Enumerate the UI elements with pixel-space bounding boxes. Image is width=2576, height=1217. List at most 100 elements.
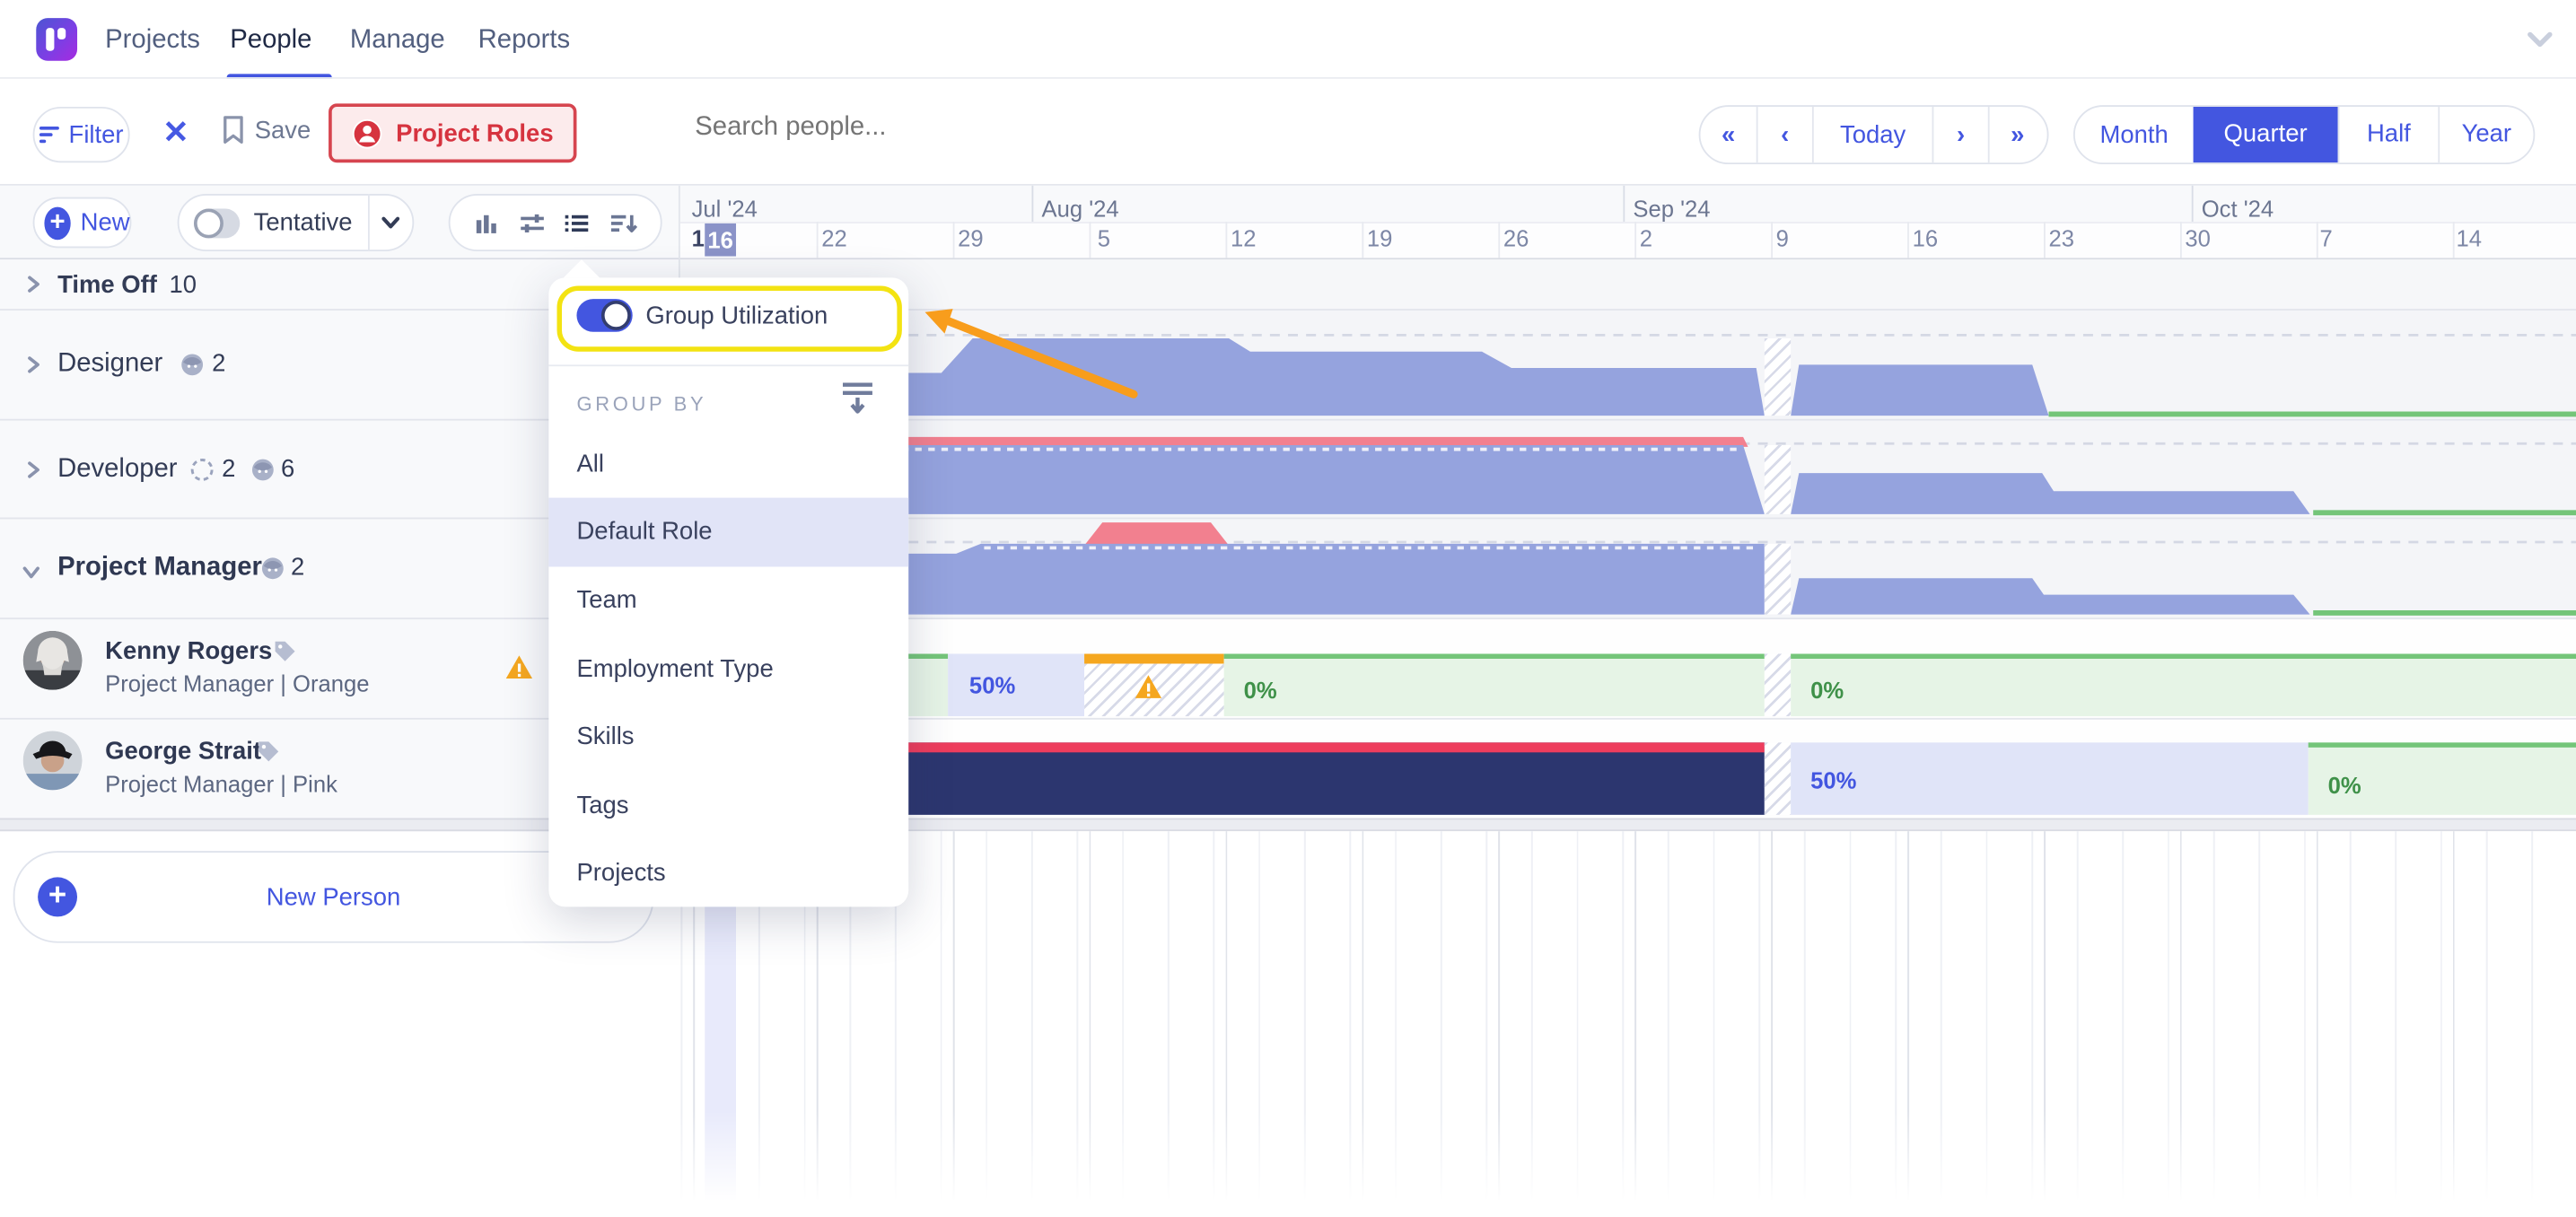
group-by-option-projects[interactable]: Projects — [548, 839, 908, 908]
nav-item-people[interactable]: People — [230, 26, 311, 56]
group-by-option-skills[interactable]: Skills — [548, 703, 908, 772]
logo-glyph-dot — [57, 28, 66, 39]
today-date-chip: 16 — [705, 223, 736, 257]
date-nav-group: « ‹ Today › » — [1699, 105, 2049, 164]
jump-back-button[interactable]: « — [1700, 121, 1756, 149]
sort-icon[interactable] — [609, 209, 637, 235]
new-button-label: New — [81, 208, 130, 236]
tentative-control: Tentative — [178, 194, 415, 251]
jump-forward-button[interactable]: » — [1990, 121, 2046, 149]
person-count-icon — [261, 557, 285, 581]
person-role: Project Manager | Orange — [105, 670, 369, 696]
tag-icon — [273, 639, 297, 663]
chevron-right-icon[interactable] — [24, 275, 40, 294]
utilization-label: 50% — [1810, 767, 1856, 793]
group-utilization-label: Group Utilization — [645, 302, 828, 330]
save-view-button[interactable]: Save — [222, 115, 311, 144]
dropdown-caret — [564, 259, 600, 277]
availability-block-green[interactable]: 0% — [2309, 742, 2576, 815]
plus-circle-icon: + — [38, 877, 77, 916]
tentative-toggle[interactable] — [194, 208, 241, 238]
group-by-option-employment-type[interactable]: Employment Type — [548, 635, 908, 705]
save-button-label: Save — [255, 116, 311, 144]
tentative-toggle-knob — [194, 208, 223, 238]
group-by-option-default-role[interactable]: Default Role — [548, 498, 908, 567]
bar-chart-icon[interactable] — [473, 209, 499, 235]
group-people-count: 6 — [281, 455, 294, 483]
chevron-right-icon[interactable] — [24, 355, 40, 374]
timeline-month-jul: Jul '24 — [692, 196, 758, 222]
plus-circle-icon: + — [44, 206, 70, 240]
group-by-option-all[interactable]: All — [548, 431, 908, 500]
group-by-option-team[interactable]: Team — [548, 566, 908, 635]
chart-options-group — [449, 194, 662, 251]
designer-band-gap — [1765, 338, 1791, 416]
person-circle-icon — [352, 118, 383, 149]
tune-filters-icon[interactable] — [519, 209, 545, 235]
availability-block-green[interactable]: 0% — [1224, 653, 1765, 716]
chevron-down-icon[interactable] — [22, 564, 41, 580]
view-month-button[interactable]: Month — [2075, 121, 2194, 149]
step-back-button[interactable]: ‹ — [1758, 121, 1812, 149]
group-label: Developer — [57, 455, 178, 485]
availability-block-green[interactable]: 0% — [1791, 653, 2576, 716]
clear-filter-icon[interactable]: ✕ — [162, 115, 188, 153]
person-name: George Strait — [105, 738, 261, 766]
step-forward-button[interactable]: › — [1933, 121, 1987, 149]
warning-triangle-icon — [1134, 673, 1163, 699]
timeoff-conflict-block[interactable] — [1084, 653, 1224, 716]
nav-item-reports[interactable]: Reports — [478, 26, 571, 56]
person-warning-icon[interactable] — [504, 653, 534, 679]
app-logo[interactable] — [36, 18, 77, 61]
bookmark-icon — [222, 115, 245, 144]
today-button[interactable]: Today — [1814, 121, 1932, 149]
new-button[interactable]: + New — [33, 197, 132, 249]
logo-glyph — [46, 28, 54, 51]
utilization-label: 0% — [1810, 677, 1844, 703]
group-people-count: 2 — [291, 554, 304, 582]
horizontal-scrollbar[interactable] — [0, 819, 2576, 832]
project-roles-label: Project Roles — [396, 119, 553, 147]
collapse-groups-icon[interactable] — [841, 380, 874, 416]
person-count-icon — [180, 354, 204, 377]
person-name: Kenny Rogers — [105, 637, 272, 665]
nav-overflow-chevron-icon[interactable] — [2525, 28, 2554, 51]
group-list-icon[interactable] — [565, 209, 591, 235]
availability-block-partial[interactable]: 50% — [948, 653, 1084, 716]
utilization-label: 0% — [2328, 772, 2361, 798]
group-by-section-label: GROUP BY — [576, 392, 706, 416]
tentative-chevron-down-icon[interactable] — [371, 213, 413, 232]
toggle-knob — [601, 301, 631, 330]
timeline-month-sep: Sep '24 — [1633, 196, 1710, 222]
availability-block-partial[interactable]: 50% — [1791, 742, 2309, 815]
filter-icon — [39, 123, 59, 146]
filter-button[interactable]: Filter — [33, 107, 130, 162]
chevron-right-icon[interactable] — [24, 460, 40, 480]
view-quarter-button[interactable]: Quarter — [2194, 107, 2338, 162]
project-manager-utilization-band[interactable] — [692, 519, 2576, 617]
project-manager-band-gap — [1765, 544, 1791, 615]
nav-item-manage[interactable]: Manage — [350, 26, 445, 56]
group-label: Project Manager — [57, 554, 262, 583]
developer-utilization-band[interactable] — [692, 421, 2576, 518]
developer-band-gap — [1765, 445, 1791, 514]
nav-item-projects[interactable]: Projects — [105, 26, 200, 56]
person-count-icon — [251, 459, 275, 482]
utilization-label: 0% — [1244, 677, 1277, 703]
george-row-gap — [1765, 742, 1791, 815]
view-half-button[interactable]: Half — [2338, 107, 2439, 162]
designer-utilization-band[interactable] — [692, 312, 2576, 419]
group-label: Time Off — [57, 271, 157, 299]
top-nav: Projects People Manage Reports — [0, 0, 2576, 79]
group-by-option-tags[interactable]: Tags — [548, 772, 908, 841]
group-placeholder-count: 2 — [222, 455, 235, 483]
project-roles-chip[interactable]: Project Roles — [329, 103, 576, 162]
timeline-month-aug: Aug '24 — [1041, 196, 1118, 222]
avatar[interactable] — [23, 731, 83, 791]
zoom-level-switcher: Month Quarter Half Year — [2073, 105, 2535, 164]
view-year-button[interactable]: Year — [2438, 107, 2533, 162]
group-utilization-toggle[interactable] — [576, 299, 632, 332]
search-input[interactable] — [692, 111, 1126, 144]
avatar[interactable] — [23, 631, 83, 690]
person-role: Project Manager | Pink — [105, 770, 337, 796]
